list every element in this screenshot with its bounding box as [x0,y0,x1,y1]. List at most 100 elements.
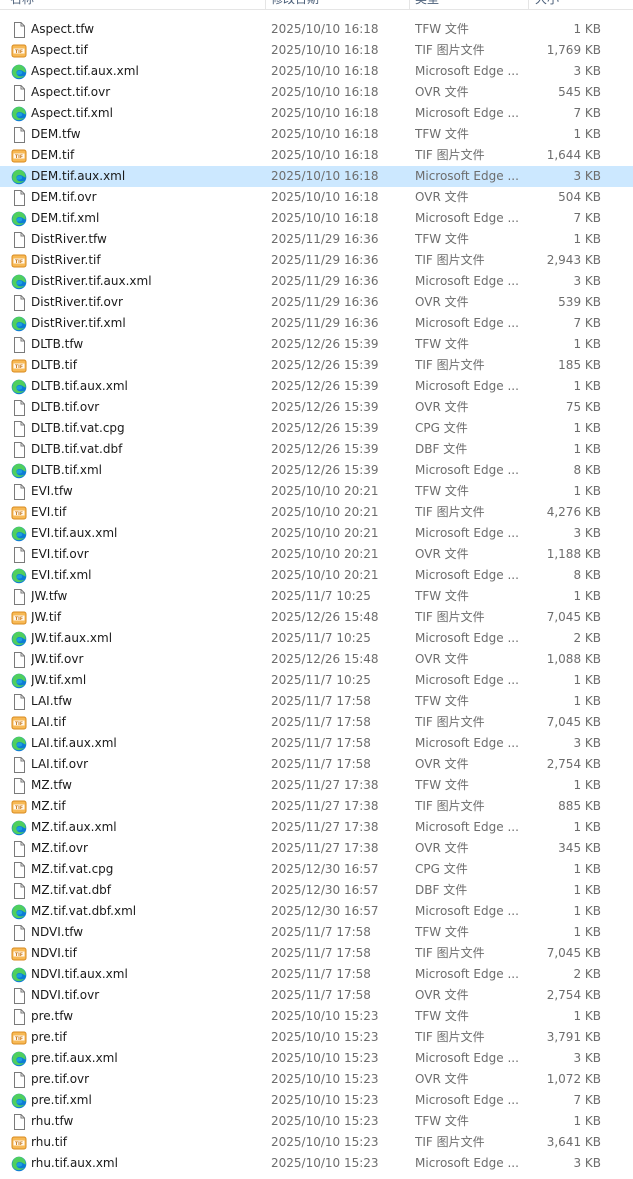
file-size: 8 KB [573,568,601,582]
file-modified-date: 2025/11/7 10:25 [271,631,371,645]
file-type: Microsoft Edge ... [415,316,519,330]
file-modified-date: 2025/10/10 16:18 [271,127,379,141]
file-row[interactable]: JW.tif.xml 2025/11/7 10:25 Microsoft Edge … [0,670,633,691]
file-row[interactable]: DLTB.tif.vat.cpg 2025/12/26 15:39 CPG 文件 1 … [0,418,633,439]
file-type: Microsoft Edge ... [415,526,519,540]
file-row[interactable]: DLTB.tfw 2025/12/26 15:39 TFW 文件 1 KB [0,334,633,355]
file-row[interactable]: Aspect.tif.xml 2025/10/10 16:18 Microsoft … [0,103,633,124]
file-row[interactable]: EVI.tif.aux.xml 2025/10/10 20:21 Microsoft… [0,523,633,544]
file-type: TIF 图片文件 [415,946,485,960]
file-size: 75 KB [565,400,601,414]
file-modified-date: 2025/10/10 15:23 [271,1135,379,1149]
file-modified-date: 2025/11/7 17:58 [271,967,371,981]
file-row[interactable]: EVI.tif.ovr 2025/10/10 20:21 OVR 文件 1,188 K… [0,544,633,565]
file-size: 1 KB [573,442,601,456]
file-row[interactable]: DEM.tif.xml 2025/10/10 16:18 Microsoft Edg… [0,208,633,229]
file-name: JW.tif [31,610,62,624]
file-modified-date: 2025/12/30 16:57 [271,883,379,897]
file-name: DLTB.tif.aux.xml [31,379,128,393]
file-row[interactable]: TIF JW.tif 2025/12/26 15:48 TIF 图片文件 7,045 K… [0,607,633,628]
column-header-type[interactable]: 类型 [415,0,520,9]
file-modified-date: 2025/11/29 16:36 [271,232,379,246]
file-row[interactable]: DEM.tif.aux.xml 2025/10/10 16:18 Microsoft… [0,166,633,187]
svg-text:TIF: TIF [15,805,23,811]
file-name: Aspect.tif.xml [31,106,113,120]
file-row[interactable]: TIF LAI.tif 2025/11/7 17:58 TIF 图片文件 7,045 K… [0,712,633,733]
file-row[interactable]: DistRiver.tif.ovr 2025/11/29 16:36 OVR 文件 5… [0,292,633,313]
file-name: DLTB.tfw [31,337,84,351]
tif-image-icon: TIF [11,148,27,164]
file-row[interactable]: Aspect.tif.aux.xml 2025/10/10 16:18 Micros… [0,61,633,82]
file-row[interactable]: rhu.tif.aux.xml 2025/10/10 15:23 Microsoft… [0,1153,633,1174]
file-row[interactable]: MZ.tfw 2025/11/27 17:38 TFW 文件 1 KB [0,775,633,796]
file-name: EVI.tif.ovr [31,547,89,561]
file-row[interactable]: JW.tif.ovr 2025/12/26 15:48 OVR 文件 1,088 KB [0,649,633,670]
file-modified-date: 2025/10/10 16:18 [271,85,379,99]
file-row[interactable]: MZ.tif.aux.xml 2025/11/27 17:38 Microsoft … [0,817,633,838]
file-row[interactable]: MZ.tif.ovr 2025/11/27 17:38 OVR 文件 345 KB [0,838,633,859]
file-row[interactable]: Aspect.tfw 2025/10/10 16:18 TFW 文件 1 KB [0,19,633,40]
file-row[interactable]: TIF NDVI.tif 2025/11/7 17:58 TIF 图片文件 7,045 … [0,943,633,964]
column-divider[interactable] [265,0,266,9]
file-modified-date: 2025/10/10 16:18 [271,64,379,78]
file-name: rhu.tif [31,1135,68,1149]
file-type: OVR 文件 [415,841,469,855]
file-row[interactable]: Aspect.tif.ovr 2025/10/10 16:18 OVR 文件 545 … [0,82,633,103]
file-type: CPG 文件 [415,862,468,876]
file-row[interactable]: LAI.tif.ovr 2025/11/7 17:58 OVR 文件 2,754 KB [0,754,633,775]
file-row[interactable]: DistRiver.tif.xml 2025/11/29 16:36 Microso… [0,313,633,334]
file-row[interactable]: DLTB.tif.xml 2025/12/26 15:39 Microsoft Ed… [0,460,633,481]
file-row[interactable]: DLTB.tif.ovr 2025/12/26 15:39 OVR 文件 75 KB [0,397,633,418]
file-type: TFW 文件 [415,778,469,792]
file-row[interactable]: LAI.tfw 2025/11/7 17:58 TFW 文件 1 KB [0,691,633,712]
file-row[interactable]: TIF DistRiver.tif 2025/11/29 16:36 TIF 图片文件… [0,250,633,271]
file-row[interactable]: pre.tif.xml 2025/10/10 15:23 Microsoft Edg… [0,1090,633,1111]
file-name: Aspect.tif [31,43,88,57]
file-row[interactable]: TIF Aspect.tif 2025/10/10 16:18 TIF 图片文件 1,7… [0,40,633,61]
file-row[interactable]: TIF pre.tif 2025/10/10 15:23 TIF 图片文件 3,791 … [0,1027,633,1048]
file-row[interactable]: EVI.tif.xml 2025/10/10 20:21 Microsoft Edg… [0,565,633,586]
file-row[interactable]: pre.tfw 2025/10/10 15:23 TFW 文件 1 KB [0,1006,633,1027]
file-row[interactable]: DistRiver.tfw 2025/11/29 16:36 TFW 文件 1 KB [0,229,633,250]
file-row[interactable]: TIF EVI.tif 2025/10/10 20:21 TIF 图片文件 4,276 … [0,502,633,523]
file-row[interactable]: DLTB.tif.vat.dbf 2025/12/26 15:39 DBF 文件 1 … [0,439,633,460]
file-row[interactable]: JW.tfw 2025/11/7 10:25 TFW 文件 1 KB [0,586,633,607]
file-row[interactable]: pre.tif.aux.xml 2025/10/10 15:23 Microsoft… [0,1048,633,1069]
file-name: DEM.tif.ovr [31,190,97,204]
column-header-name[interactable]: 名称 [10,0,260,9]
file-row[interactable]: DEM.tif.ovr 2025/10/10 16:18 OVR 文件 504 KB [0,187,633,208]
column-header-size[interactable]: 大小 [535,0,595,9]
file-row[interactable]: JW.tif.aux.xml 2025/11/7 10:25 Microsoft E… [0,628,633,649]
file-row[interactable]: DistRiver.tif.aux.xml 2025/11/29 16:36 Mic… [0,271,633,292]
file-modified-date: 2025/10/10 16:18 [271,190,379,204]
file-row[interactable]: DLTB.tif.aux.xml 2025/12/26 15:39 Microsof… [0,376,633,397]
file-type: TFW 文件 [415,22,469,36]
file-row[interactable]: TIF rhu.tif 2025/10/10 15:23 TIF 图片文件 3,641 … [0,1132,633,1153]
file-row[interactable]: TIF DLTB.tif 2025/12/26 15:39 TIF 图片文件 185 K… [0,355,633,376]
file-name: pre.tif.aux.xml [31,1051,118,1065]
file-row[interactable]: MZ.tif.vat.dbf 2025/12/30 16:57 DBF 文件 1 KB [0,880,633,901]
column-divider[interactable] [528,0,529,9]
file-row[interactable]: NDVI.tfw 2025/11/7 17:58 TFW 文件 1 KB [0,922,633,943]
tif-image-icon: TIF [11,799,27,815]
file-row[interactable]: rhu.tfw 2025/10/10 15:23 TFW 文件 1 KB [0,1111,633,1132]
file-row[interactable]: TIF MZ.tif 2025/11/27 17:38 TIF 图片文件 885 KB [0,796,633,817]
file-row[interactable]: pre.tif.ovr 2025/10/10 15:23 OVR 文件 1,072 K… [0,1069,633,1090]
file-icon [11,421,27,437]
file-row[interactable]: NDVI.tif.ovr 2025/11/7 17:58 OVR 文件 2,754 K… [0,985,633,1006]
file-row[interactable]: LAI.tif.aux.xml 2025/11/7 17:58 Microsoft … [0,733,633,754]
edge-icon [11,106,27,122]
file-row[interactable]: TIF DEM.tif 2025/10/10 16:18 TIF 图片文件 1,644 … [0,145,633,166]
file-row[interactable]: MZ.tif.vat.dbf.xml 2025/12/30 16:57 Micros… [0,901,633,922]
column-divider[interactable] [409,0,410,9]
file-row[interactable]: NDVI.tif.aux.xml 2025/11/7 17:58 Microsoft… [0,964,633,985]
file-row[interactable]: DEM.tfw 2025/10/10 16:18 TFW 文件 1 KB [0,124,633,145]
file-type: TFW 文件 [415,232,469,246]
file-row[interactable]: MZ.tif.vat.cpg 2025/12/30 16:57 CPG 文件 1 KB [0,859,633,880]
file-row[interactable]: EVI.tfw 2025/10/10 20:21 TFW 文件 1 KB [0,481,633,502]
file-size: 1 KB [573,589,601,603]
file-modified-date: 2025/10/10 15:23 [271,1051,379,1065]
column-header-date[interactable]: 修改日期 [271,0,401,9]
file-icon [11,883,27,899]
file-icon [11,778,27,794]
